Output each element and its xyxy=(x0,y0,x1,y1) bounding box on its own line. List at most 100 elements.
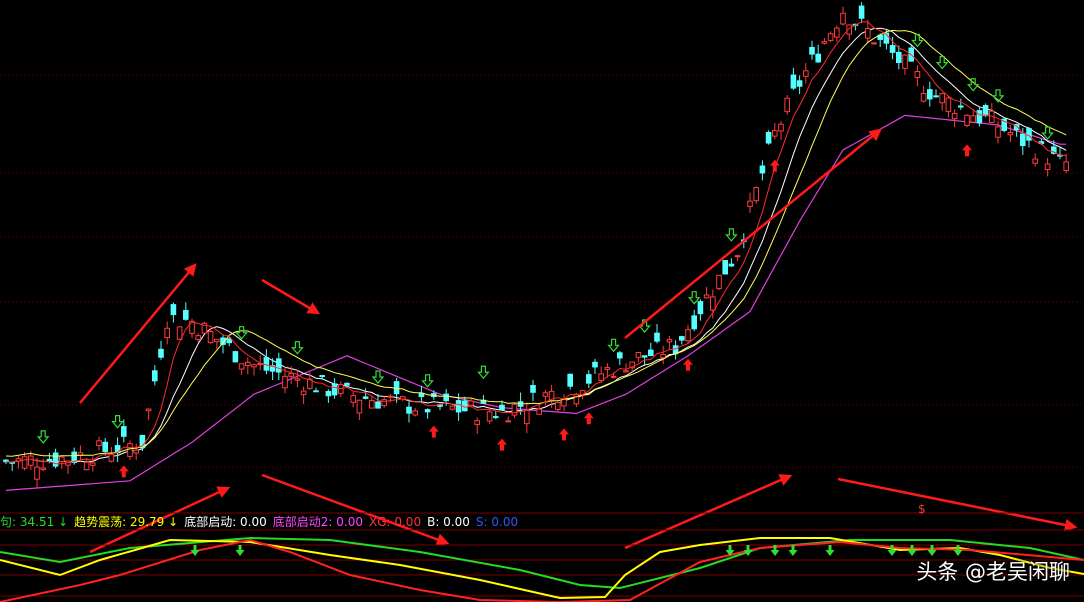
stock-chart: $ xyxy=(0,0,1084,602)
candle-body xyxy=(827,33,834,41)
candle-body xyxy=(660,354,667,359)
legend-item: 句: 34.51 ↓ xyxy=(0,515,69,529)
legend-item: 底部启动: 0.00 xyxy=(184,515,267,529)
candle-body xyxy=(276,358,282,373)
candle-body xyxy=(493,416,499,419)
candle-body xyxy=(592,361,598,368)
candle-body xyxy=(809,46,815,55)
candle-body xyxy=(127,443,133,457)
candle-body xyxy=(406,406,412,414)
candle-body xyxy=(375,401,381,409)
candle-body xyxy=(567,373,574,387)
buy-signal-arrow xyxy=(683,358,693,371)
ma-white-line xyxy=(5,27,1067,463)
candle-body xyxy=(617,352,623,359)
candle-body xyxy=(654,332,660,342)
candle-body xyxy=(679,336,685,341)
candle-body xyxy=(542,392,549,397)
candle-body xyxy=(927,89,933,100)
buy-signal-arrow xyxy=(497,438,507,451)
candle-body xyxy=(300,390,307,396)
candle-body xyxy=(424,409,431,413)
candle-body xyxy=(455,400,462,413)
candle-body xyxy=(505,420,511,423)
candle-body xyxy=(840,12,846,25)
legend-item: B: 0.00 xyxy=(427,515,470,529)
candle-body xyxy=(790,74,797,89)
candle-body xyxy=(561,398,567,407)
sell-signal-arrow xyxy=(1041,126,1054,140)
candle-body xyxy=(83,461,90,471)
buy-signal-arrow xyxy=(559,428,569,441)
ma-fast-path xyxy=(5,21,1067,465)
candle-body xyxy=(958,105,964,108)
indicator-dollar-marker: $ xyxy=(918,502,926,516)
candle-body xyxy=(970,115,977,123)
candle-body xyxy=(474,420,480,426)
candle-body xyxy=(803,70,809,77)
candle-body xyxy=(902,54,908,69)
candle-body xyxy=(102,441,109,452)
trend-arrow xyxy=(261,473,450,546)
legend-item: 底部启动2: 0.00 xyxy=(272,515,363,529)
candle-body xyxy=(976,110,983,124)
candle-body xyxy=(90,462,96,466)
candle-body xyxy=(356,399,363,414)
candle-body xyxy=(1007,131,1014,136)
candle-body xyxy=(610,375,617,378)
candle-body xyxy=(251,364,257,368)
candle-body xyxy=(623,370,629,373)
candle-body xyxy=(214,338,220,343)
candle-body xyxy=(282,375,288,389)
candle-body xyxy=(1026,128,1032,141)
candle-body xyxy=(685,329,691,342)
candle-body xyxy=(914,71,921,78)
buy-signal-arrow xyxy=(428,425,439,438)
candle-body xyxy=(288,372,294,377)
candle-body xyxy=(468,400,474,406)
candle-body xyxy=(530,385,536,393)
candle-body xyxy=(511,403,518,416)
ma-white-path xyxy=(5,27,1067,463)
sell-signal-arrow xyxy=(235,326,248,340)
candle-body xyxy=(598,373,605,382)
candle-body xyxy=(28,455,34,466)
candle-body xyxy=(1032,158,1039,164)
candle-body xyxy=(933,95,939,98)
candle-body xyxy=(716,274,722,290)
candle-body xyxy=(703,294,710,299)
candle-body xyxy=(871,42,877,45)
candle-body xyxy=(207,331,214,344)
sell-signal-arrow xyxy=(725,228,738,242)
candle-body xyxy=(896,51,902,63)
candle-body xyxy=(982,105,989,117)
candle-body xyxy=(331,383,338,396)
buy-signal-arrow xyxy=(962,144,972,157)
candle-body xyxy=(747,200,753,207)
sell-signal-arrow xyxy=(477,365,490,380)
candle-body xyxy=(784,97,791,113)
indicator-sell-arrow xyxy=(190,545,200,556)
candle-body xyxy=(245,361,251,367)
candle-body xyxy=(722,260,729,275)
sell-signal-arrow xyxy=(607,338,620,353)
candle-body xyxy=(964,114,970,126)
candle-body xyxy=(635,352,642,358)
sell-signal-arrow xyxy=(421,374,434,388)
candle-body xyxy=(121,426,127,437)
candle-body xyxy=(951,113,958,120)
indicator-sell-arrow xyxy=(927,545,937,556)
candle-body xyxy=(1044,163,1051,171)
indicator-sell-arrow xyxy=(743,545,753,556)
candle-body xyxy=(133,449,139,454)
indicator-legend: 句: 34.51 ↓ 趋势震荡: 29.79 ↓ 底部启动: 0.00 底部启动2: … xyxy=(0,514,524,530)
candle-body xyxy=(226,338,232,344)
candle-body xyxy=(369,400,375,409)
indicator-sell-arrow xyxy=(825,545,835,556)
trend-arrow xyxy=(261,278,321,315)
candle-body xyxy=(536,408,543,415)
candle-body xyxy=(263,357,270,371)
candle-body xyxy=(778,123,784,132)
candle-body xyxy=(294,378,301,381)
candle-body xyxy=(232,351,239,363)
